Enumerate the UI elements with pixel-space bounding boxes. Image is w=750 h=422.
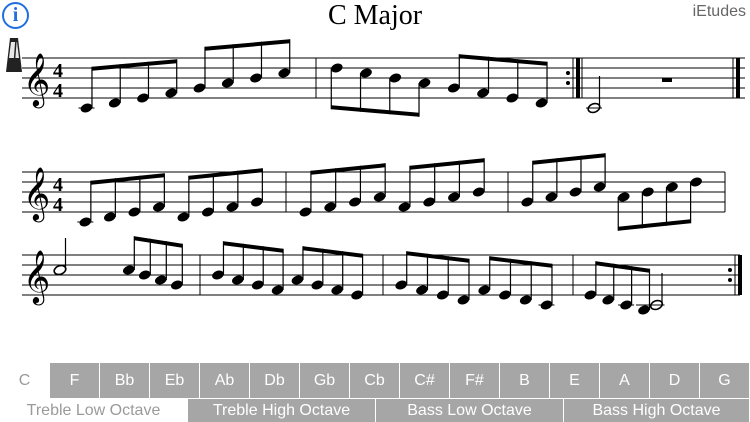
note-beam bbox=[532, 153, 606, 165]
key-button-a[interactable]: A bbox=[600, 363, 650, 398]
key-button-bb[interactable]: Bb bbox=[100, 363, 150, 398]
note-beam bbox=[618, 219, 691, 231]
key-button-b[interactable]: B bbox=[500, 363, 550, 398]
final-bar bbox=[736, 58, 740, 98]
time-signature-bottom: 4 bbox=[53, 80, 63, 102]
key-button-c[interactable]: C bbox=[0, 363, 50, 398]
key-button-gb[interactable]: Gb bbox=[300, 363, 350, 398]
note-beam bbox=[310, 163, 386, 175]
time-signature-top: 4 bbox=[53, 174, 63, 196]
octave-button-bass-low-octave[interactable]: Bass Low Octave bbox=[376, 399, 564, 422]
repeat-dot bbox=[566, 81, 570, 85]
note-beam bbox=[409, 158, 485, 170]
key-button-f[interactable]: F bbox=[50, 363, 100, 398]
key-button-eb[interactable]: Eb bbox=[150, 363, 200, 398]
octave-button-treble-high-octave[interactable]: Treble High Octave bbox=[188, 399, 376, 422]
note-beam bbox=[91, 59, 177, 71]
note-beam bbox=[223, 241, 284, 253]
repeat-bar bbox=[738, 255, 742, 295]
note-beam bbox=[90, 173, 165, 185]
note-beam bbox=[188, 168, 263, 180]
key-button-c-sharp[interactable]: C# bbox=[400, 363, 450, 398]
key-button-ab[interactable]: Ab bbox=[200, 363, 250, 398]
repeat-dot bbox=[566, 71, 570, 75]
key-button-d[interactable]: D bbox=[650, 363, 700, 398]
note-beam bbox=[331, 105, 420, 117]
repeat-dot bbox=[728, 278, 732, 282]
key-button-e[interactable]: E bbox=[550, 363, 600, 398]
note-beam bbox=[302, 246, 363, 258]
treble-clef: 𝄞 bbox=[23, 52, 50, 108]
octave-selector: Treble Low Octave Treble High Octave Bass … bbox=[0, 399, 750, 422]
half-rest bbox=[662, 78, 672, 82]
octave-button-treble-low-octave[interactable]: Treble Low Octave bbox=[0, 399, 188, 422]
key-selector: C F Bb Eb Ab Db Gb Cb C# F# B E A D G bbox=[0, 363, 750, 398]
repeat-dot bbox=[728, 268, 732, 272]
note-beam bbox=[489, 256, 552, 268]
key-button-db[interactable]: Db bbox=[250, 363, 300, 398]
time-signature-bottom: 4 bbox=[53, 194, 63, 216]
octave-button-bass-high-octave[interactable]: Bass High Octave bbox=[564, 399, 750, 422]
key-button-g[interactable]: G bbox=[700, 363, 750, 398]
treble-clef: 𝄞 bbox=[23, 166, 50, 222]
note-beam bbox=[204, 39, 290, 51]
sheet-music: 𝄞 44𝄞 44𝄞 bbox=[22, 39, 745, 315]
note-beam bbox=[134, 236, 183, 248]
note-beam bbox=[595, 261, 650, 273]
treble-clef: 𝄞 bbox=[23, 249, 50, 305]
time-signature-top: 4 bbox=[53, 60, 63, 82]
key-button-cb[interactable]: Cb bbox=[350, 363, 400, 398]
note-beam bbox=[459, 54, 548, 66]
note-beam bbox=[406, 251, 469, 263]
key-button-f-sharp[interactable]: F# bbox=[450, 363, 500, 398]
repeat-bar bbox=[576, 58, 580, 98]
